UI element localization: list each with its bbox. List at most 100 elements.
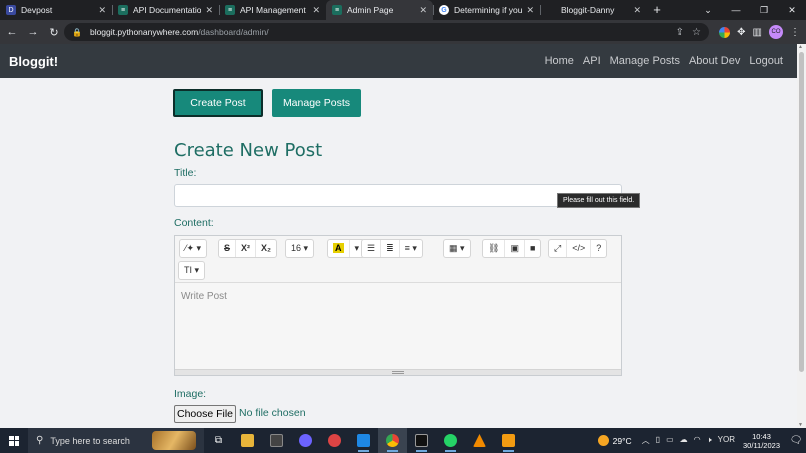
restore-icon[interactable]: ❐ [750, 0, 778, 20]
nav-manage-posts[interactable]: Manage Posts [610, 55, 680, 67]
task-view-icon[interactable]: ⧉ [204, 428, 233, 453]
browser-menu-icon[interactable]: ⋮ [790, 27, 800, 38]
file-explorer-icon[interactable] [233, 428, 262, 453]
tab-api-management[interactable]: ≡ API Management ✕ [219, 0, 326, 20]
tab-bloggit-danny[interactable]: Bloggit-Danny ✕ [540, 0, 647, 20]
vlc-icon[interactable] [465, 428, 494, 453]
scrollbar-thumb[interactable] [799, 52, 804, 372]
align-dropdown-icon[interactable]: ≡ ▾ [398, 240, 422, 257]
strikethrough-icon[interactable]: S [219, 240, 235, 257]
weather-sun-icon [597, 435, 609, 446]
close-tab-icon[interactable]: ✕ [526, 5, 534, 16]
tab-devpost[interactable]: D Devpost ✕ [0, 0, 112, 20]
minimize-icon[interactable]: — [722, 0, 750, 20]
table-dropdown[interactable]: ▦ ▾ [443, 239, 471, 258]
nav-api[interactable]: API [583, 55, 601, 67]
code-view-icon[interactable]: </> [566, 240, 590, 257]
close-window-icon[interactable]: ✕ [778, 0, 806, 20]
share-icon[interactable]: ⇪ [676, 27, 684, 38]
chrome-icon[interactable] [378, 428, 407, 453]
paragraph-group: ☰ ≣ ≡ ▾ [361, 239, 423, 258]
window-controls: ⌄ — ❐ ✕ [694, 0, 806, 20]
back-icon[interactable]: ← [3, 26, 21, 38]
help-icon[interactable]: ? [590, 240, 606, 257]
forward-icon[interactable]: → [24, 26, 42, 38]
cloud-icon[interactable]: ☁ [680, 435, 688, 446]
unordered-list-icon[interactable]: ☰ [362, 240, 380, 257]
file-status-text: No file chosen [239, 407, 306, 419]
tab-title: Devpost [21, 5, 53, 15]
clock-time: 10:43 [752, 431, 771, 441]
orange-app-icon[interactable] [494, 428, 523, 453]
page-scrollbar[interactable]: ▲ ▼ [797, 44, 806, 428]
browser-toolbar: ← → ↻ 🔒 bloggit.pythonanywhere.com/dashb… [0, 20, 806, 44]
font-size-dropdown[interactable]: 16 ▾ [285, 239, 315, 258]
clock[interactable]: 10:43 30/11/2023 [743, 432, 780, 450]
magic-wand-icon[interactable]: ⁄✦ ▾ [180, 240, 206, 257]
fullscreen-icon[interactable]: ⤢ [549, 240, 566, 257]
close-tab-icon[interactable]: ✕ [633, 5, 641, 16]
system-tray: 29°C ︿ ▯ ▭ ☁ ◠ 🕨 YOR 10:43 30/11/2023 🗨 [597, 428, 806, 453]
blank-favicon-icon [546, 5, 556, 15]
new-tab-icon[interactable]: + [647, 0, 667, 20]
tab-determining[interactable]: G Determining if your ✕ [433, 0, 540, 20]
vscode-icon[interactable] [349, 428, 378, 453]
clock-date: 30/11/2023 [743, 440, 780, 450]
profile-avatar[interactable]: CO [769, 25, 783, 39]
tab-title: Admin Page [347, 5, 394, 15]
close-tab-icon[interactable]: ✕ [312, 5, 320, 16]
whatsapp-icon[interactable] [436, 428, 465, 453]
command-prompt-icon[interactable] [407, 428, 436, 453]
font-family-icon[interactable]: TI ▾ [179, 262, 204, 279]
media-player-icon[interactable] [320, 428, 349, 453]
tab-search-icon[interactable]: ⌄ [694, 0, 722, 20]
ordered-list-icon[interactable]: ≣ [380, 240, 399, 257]
manage-posts-button[interactable]: Manage Posts [272, 89, 361, 117]
editor-placeholder: Write Post [181, 291, 227, 302]
app-circle-icon[interactable] [291, 428, 320, 453]
tab-api-documentation[interactable]: ≡ API Documentation ✕ [112, 0, 219, 20]
title-input[interactable] [174, 184, 622, 207]
link-icon[interactable]: ⛓ [483, 240, 504, 257]
start-button[interactable] [0, 428, 28, 453]
highlight-color-icon[interactable]: A [328, 240, 349, 257]
admin-page-content: Create Post Manage Posts Create New Post… [0, 78, 797, 428]
image-icon[interactable]: ▣ [504, 240, 524, 257]
tab-admin-page[interactable]: ≡ Admin Page ✕ [326, 0, 433, 20]
close-tab-icon[interactable]: ✕ [98, 5, 106, 16]
terminal-app-icon[interactable] [262, 428, 291, 453]
editor-resize-handle[interactable] [175, 369, 621, 375]
choose-file-button[interactable]: Choose File [174, 405, 236, 423]
editor-body[interactable]: Write Post [175, 283, 621, 369]
wifi-icon[interactable]: ◠ [694, 435, 701, 446]
nav-logout[interactable]: Logout [749, 55, 783, 67]
reload-icon[interactable]: ↻ [45, 26, 63, 39]
close-tab-icon[interactable]: ✕ [205, 5, 213, 16]
battery-icon[interactable]: ▭ [666, 435, 674, 446]
tab-title: API Documentation [133, 5, 202, 15]
device-icon[interactable]: ▯ [656, 435, 660, 446]
close-tab-icon[interactable]: ✕ [419, 5, 427, 16]
address-bar[interactable]: 🔒 bloggit.pythonanywhere.com/dashboard/a… [64, 23, 709, 41]
lock-icon[interactable]: 🔒 [72, 28, 82, 37]
extensions-puzzle-icon[interactable]: ✥ [737, 27, 745, 38]
font-family-dropdown[interactable]: TI ▾ [178, 261, 206, 280]
video-icon[interactable]: ■ [523, 240, 540, 257]
scroll-up-icon[interactable]: ▲ [798, 44, 803, 50]
site-brand[interactable]: Bloggit! [9, 54, 58, 69]
subscript-icon[interactable]: X₂ [255, 240, 276, 257]
superscript-icon[interactable]: X² [235, 240, 255, 257]
color-extension-icon[interactable] [719, 26, 731, 38]
speaker-mute-icon[interactable]: 🕨 [707, 435, 712, 446]
weather-widget[interactable]: 29°C [597, 435, 632, 446]
notification-icon[interactable]: 🗨 [786, 435, 806, 446]
create-post-button[interactable]: Create Post [173, 89, 263, 117]
table-icon[interactable]: ▦ ▾ [444, 240, 470, 257]
bookmark-star-icon[interactable]: ☆ [692, 27, 701, 38]
side-panel-icon[interactable]: ▥ [753, 27, 762, 38]
style-dropdown[interactable]: ⁄✦ ▾ [179, 239, 208, 258]
language-indicator[interactable]: YOR [718, 435, 735, 446]
chevron-up-icon[interactable]: ︿ [642, 435, 650, 446]
nav-home[interactable]: Home [545, 55, 574, 67]
nav-about-dev[interactable]: About Dev [689, 55, 740, 67]
